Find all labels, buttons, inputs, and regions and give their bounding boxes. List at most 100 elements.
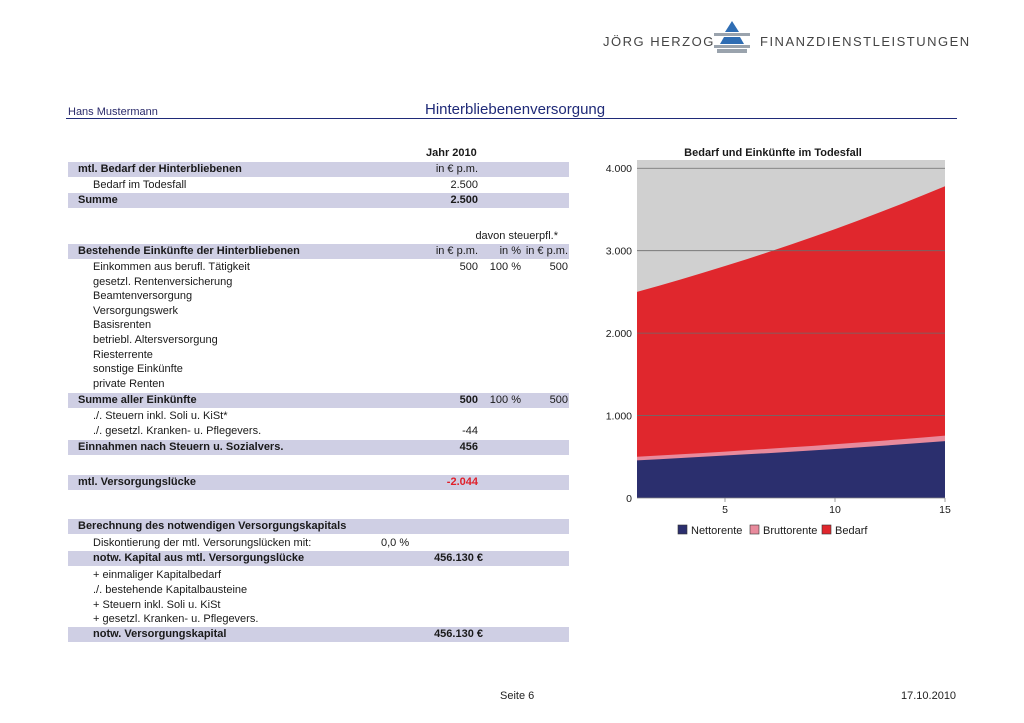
brand-name: JÖRG HERZOG (603, 34, 715, 49)
brand-tagline: FINANZDIENSTLEISTUNGEN (760, 34, 971, 49)
steuern-label: ./. Steuern inkl. Soli u. KiSt* (93, 410, 228, 422)
legend-label: Bedarf (835, 525, 868, 537)
title-divider (66, 118, 957, 119)
summe-label: Summe (78, 194, 118, 206)
luecke-row: mtl. Versorgungslücke -2.044 (68, 475, 569, 490)
notw-kapital-row: notw. Kapital aus mtl. Versorgungslücke … (68, 551, 569, 566)
kv-row: ./. gesetzl. Kranken- u. Pflegevers. -44 (68, 424, 569, 439)
diskont-row: Diskontierung der mtl. Versorungslücken … (68, 536, 569, 551)
steuern-row: ./. Steuern inkl. Soli u. KiSt* (68, 409, 569, 424)
x-tick-label: 15 (939, 504, 951, 516)
income-label: Beamtenversorgung (93, 290, 193, 303)
year-header-row: Jahr 2010 (68, 146, 569, 161)
bedarf-label: Bedarf im Todesfall (93, 179, 187, 191)
bedarf-header-row: mtl. Bedarf der Hinterbliebenen in € p.m… (68, 162, 569, 177)
luecke-label: mtl. Versorgungslücke (78, 476, 196, 488)
bedarf-value: 2.500 (450, 179, 478, 191)
kapital-item-row: + einmaliger Kapitalbedarf (68, 568, 569, 583)
davon-row: davon steuerpfl.* (68, 229, 569, 244)
income-taxable: 500 (549, 261, 568, 273)
chart-title: Bedarf und Einkünfte im Todesfall (684, 147, 862, 159)
y-tick-label: 0 (626, 493, 632, 505)
y-tick-label: 4.000 (606, 163, 632, 175)
kapital-item-row: ./. bestehende Kapitalbausteine (68, 583, 569, 598)
kapital-item-label: + gesetzl. Kranken- u. Pflegevers. (93, 613, 259, 626)
legend-swatch (677, 524, 688, 535)
summe-einkuenfte-taxable: 500 (549, 394, 568, 406)
chart-plot-area (637, 160, 945, 498)
diskont-value: 0,0 % (381, 537, 410, 549)
legend-label: Bruttorente (763, 525, 817, 537)
x-tick-label: 5 (722, 504, 728, 516)
year-header: Jahr 2010 (426, 147, 477, 159)
income-pct: 100 % (489, 261, 521, 273)
versorgungskapital-value: 456.130 € (434, 628, 483, 640)
summe-einkuenfte-value: 500 (459, 394, 478, 406)
page-number: Seite 6 (500, 690, 535, 702)
income-label: gesetzl. Rentenversicherung (93, 275, 233, 288)
income-row: private Renten (68, 377, 569, 392)
income-row: betriebl. Altersversorgung (68, 333, 569, 348)
kv-label: ./. gesetzl. Kranken- u. Pflegevers. (93, 425, 262, 437)
legend-swatch (749, 524, 760, 535)
notw-kapital-value: 456.130 € (434, 552, 483, 564)
income-row: Riesterrente (68, 348, 569, 363)
pct-unit-label: in % (499, 245, 521, 257)
diskont-label: Diskontierung der mtl. Versorungslücken … (93, 537, 312, 549)
income-label: sonstige Einkünfte (93, 363, 183, 376)
kapital-header: Berechnung des notwendigen Versorgungska… (78, 520, 347, 532)
income-row: Versorgungswerk (68, 304, 569, 319)
taxable-unit-label: in € p.m. (525, 245, 568, 257)
summe-einkuenfte-pct: 100 % (489, 394, 521, 406)
summe-value: 2.500 (450, 194, 478, 206)
kapital-item-row: + Steuern inkl. Soli u. KiSt (68, 598, 569, 613)
income-label: Basisrenten (93, 319, 152, 332)
einkuenfte-header-row: Bestehende Einkünfte der Hinterbliebenen… (68, 244, 569, 259)
einkuenfte-header: Bestehende Einkünfte der Hinterbliebenen (78, 245, 300, 257)
kapital-header-row: Berechnung des notwendigen Versorgungska… (68, 519, 569, 534)
footer-date: 17.10.2010 (901, 690, 957, 702)
luecke-value: -2.044 (446, 476, 478, 488)
legend-swatch (821, 524, 832, 535)
bedarf-row: Bedarf im Todesfall 2.500 (68, 178, 569, 193)
unit-label: in € p.m. (435, 245, 478, 257)
y-tick-label: 3.000 (606, 246, 632, 258)
income-label: betriebl. Altersversorgung (93, 334, 218, 346)
kapital-item-label: + Steuern inkl. Soli u. KiSt (93, 598, 221, 611)
summe-row: Summe 2.500 (68, 193, 569, 208)
einnahmen-label: Einnahmen nach Steuern u. Sozialvers. (78, 441, 284, 453)
davon-label: davon steuerpfl.* (475, 230, 558, 242)
area-chart: Bedarf und Einkünfte im Todesfall 0 1.000… (606, 147, 951, 537)
company-logo-icon (714, 21, 750, 53)
y-tick-label: 2.000 (606, 328, 632, 340)
client-name: Hans Mustermann (68, 106, 158, 118)
kapital-item-label: + einmaliger Kapitalbedarf (93, 569, 222, 581)
bedarf-header: mtl. Bedarf der Hinterbliebenen (78, 163, 242, 175)
unit-label: in € p.m. (435, 163, 478, 175)
page-title: Hinterbliebenenversorgung (425, 101, 606, 118)
legend-label: Nettorente (691, 525, 742, 537)
kapital-item-row: + gesetzl. Kranken- u. Pflegevers. (68, 612, 569, 627)
income-label: private Renten (93, 377, 165, 390)
income-label: Einkommen aus berufl. Tätigkeit (93, 261, 250, 273)
income-row: Basisrenten (68, 318, 569, 333)
y-tick-label: 1.000 (606, 411, 632, 423)
kv-value: -44 (462, 425, 478, 437)
versorgungskapital-row: notw. Versorgungskapital 456.130 € (68, 627, 569, 642)
x-tick-label: 10 (829, 504, 841, 516)
income-row: Beamtenversorgung (68, 289, 569, 304)
summe-einkuenfte-row: Summe aller Einkünfte 500 100 % 500 (68, 393, 569, 408)
kapital-item-label: ./. bestehende Kapitalbausteine (93, 583, 248, 596)
income-row: Einkommen aus berufl. Tätigkeit 500 100 % 5… (68, 260, 569, 275)
chart-legend: Nettorente Bruttorente Bedarf (677, 524, 868, 537)
notw-kapital-label: notw. Kapital aus mtl. Versorgungslücke (93, 552, 305, 564)
income-label: Versorgungswerk (93, 304, 178, 317)
income-row: gesetzl. Rentenversicherung (68, 275, 569, 290)
einnahmen-row: Einnahmen nach Steuern u. Sozialvers. 45… (68, 440, 569, 455)
income-value: 500 (459, 261, 478, 273)
income-row: sonstige Einkünfte (68, 362, 569, 377)
versorgungskapital-label: notw. Versorgungskapital (93, 628, 227, 640)
income-label: Riesterrente (93, 348, 153, 361)
einnahmen-value: 456 (459, 441, 478, 453)
summe-einkuenfte-label: Summe aller Einkünfte (78, 394, 197, 406)
